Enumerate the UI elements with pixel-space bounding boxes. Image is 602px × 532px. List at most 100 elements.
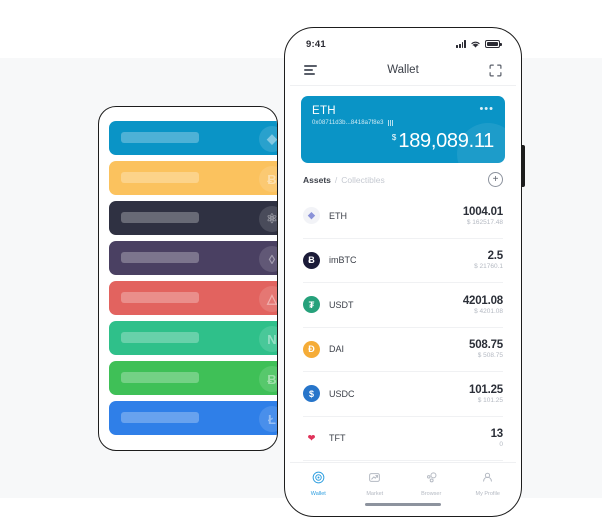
status-icons bbox=[456, 40, 502, 49]
page-title: Wallet bbox=[387, 64, 419, 76]
asset-values: 508.75 $ 508.75 bbox=[469, 339, 503, 359]
asset-fiat-value: $ 101.25 bbox=[477, 396, 503, 404]
asset-row[interactable]: $ USDC 101.25 $ 101.25 bbox=[303, 372, 503, 417]
coin-card-label-placeholder bbox=[121, 172, 199, 183]
btc-icon: Ƀ bbox=[259, 166, 277, 192]
wallet-nav-icon bbox=[312, 471, 325, 489]
balance-address-row[interactable]: 0x08711d3b...8418a7f8e3 bbox=[312, 120, 494, 126]
asset-fiat-value: $ 162517.48 bbox=[466, 218, 503, 226]
asset-amount: 1004.01 bbox=[462, 205, 503, 218]
cellular-signal-icon bbox=[456, 40, 466, 48]
coin-card-label-placeholder bbox=[121, 412, 199, 423]
imbtc-token-icon: Ƀ bbox=[303, 251, 320, 269]
bottom-nav-label: Wallet bbox=[310, 491, 326, 497]
hamburger-menu-icon[interactable] bbox=[304, 65, 317, 75]
asset-fiat-value: $ 508.75 bbox=[477, 352, 503, 360]
balance-currency-symbol: $ bbox=[391, 133, 397, 142]
bottom-nav-item-wallet[interactable]: Wallet bbox=[290, 471, 347, 497]
coin-card-label-placeholder bbox=[121, 132, 199, 143]
add-asset-button[interactable]: + bbox=[488, 172, 503, 187]
home-indicator bbox=[365, 503, 441, 506]
asset-amount: 13 bbox=[490, 428, 504, 441]
bottom-nav-item-my-profile[interactable]: My Profile bbox=[460, 471, 517, 497]
asset-symbol: ETH bbox=[329, 210, 347, 221]
asset-values: 13 0 bbox=[490, 428, 504, 449]
coin-card-label-placeholder bbox=[121, 372, 199, 383]
coin-card[interactable]: ◆ bbox=[109, 121, 277, 155]
bch-icon: Ƀ bbox=[259, 366, 277, 392]
coin-card-placeholder-panel: ◆ Ƀ ⚛ ◊ △ N Ƀ Ł bbox=[98, 106, 278, 451]
balance-amount: 189,089.11 bbox=[398, 130, 494, 152]
profile-person-nav-icon bbox=[481, 471, 494, 489]
phone-screen: 9:41 Wallet ETH ••• 0x08711d3b...8418a7f… bbox=[290, 33, 516, 511]
balance-amount-row: $ 189,089.11 bbox=[312, 130, 494, 153]
tab-separator: / bbox=[334, 174, 338, 185]
browser-nodes-nav-icon bbox=[425, 471, 438, 489]
more-options-icon[interactable]: ••• bbox=[479, 104, 494, 115]
coin-card-label-placeholder bbox=[121, 212, 199, 223]
status-time: 9:41 bbox=[306, 38, 326, 50]
asset-values: 1004.01 $ 162517.48 bbox=[463, 206, 503, 226]
eth-diamond-icon: ◆ bbox=[259, 126, 277, 152]
bottom-nav-item-browser[interactable]: Browser bbox=[403, 471, 460, 497]
nav-bar: Wallet bbox=[290, 55, 516, 86]
coin-card-label-placeholder bbox=[121, 252, 199, 263]
eth-token-icon: ◆ bbox=[303, 207, 320, 225]
eos-icon: ◊ bbox=[259, 246, 277, 272]
coin-card-label-placeholder bbox=[121, 292, 199, 303]
asset-symbol: imBTC bbox=[329, 255, 357, 266]
battery-icon bbox=[485, 40, 502, 48]
coin-card[interactable]: Ƀ bbox=[109, 161, 277, 195]
asset-values: 101.25 $ 101.25 bbox=[469, 384, 503, 404]
assets-tab-bar: Assets / Collectibles + bbox=[290, 163, 516, 194]
asset-amount: 2.5 bbox=[487, 250, 504, 263]
asset-row[interactable]: ɃimBTC 2.5 $ 21760.1 bbox=[303, 239, 503, 283]
tft-token-icon: ❤ bbox=[303, 429, 320, 447]
asset-row[interactable]: Đ DAI 508.75 $ 508.75 bbox=[303, 328, 503, 372]
usdc-token-icon: $ bbox=[303, 385, 320, 403]
asset-row[interactable]: ₮ USDT 4201.08 $ 4201.08 bbox=[303, 283, 503, 328]
asset-fiat-value: 0 bbox=[499, 441, 503, 449]
coin-card[interactable]: ⚛ bbox=[109, 201, 277, 235]
balance-token-symbol: ETH bbox=[312, 105, 336, 117]
scan-qr-icon[interactable] bbox=[489, 64, 502, 77]
neo-icon: N bbox=[259, 326, 277, 352]
balance-card[interactable]: ETH ••• 0x08711d3b...8418a7f8e3 $ 189,08… bbox=[301, 96, 505, 163]
bottom-nav-bar: Wallet Market Browser My Profile bbox=[290, 462, 516, 503]
asset-symbol: USDC bbox=[329, 388, 355, 399]
status-bar: 9:41 bbox=[290, 33, 516, 55]
asset-row[interactable]: ❤ TFT 13 0 bbox=[303, 417, 504, 461]
bottom-nav-item-market[interactable]: Market bbox=[347, 471, 404, 497]
qr-code-icon[interactable] bbox=[387, 120, 394, 126]
bottom-nav-label: My Profile bbox=[475, 491, 500, 497]
coin-card[interactable]: N bbox=[109, 321, 277, 355]
atom-icon: ⚛ bbox=[259, 206, 277, 232]
phone-device-frame: 9:41 Wallet ETH ••• 0x08711d3b...8418a7f… bbox=[284, 27, 522, 517]
bottom-nav-label: Market bbox=[366, 491, 384, 497]
bottom-nav-label: Browser bbox=[421, 491, 442, 497]
market-chart-nav-icon bbox=[368, 471, 381, 489]
wifi-icon bbox=[471, 41, 480, 48]
coin-card[interactable]: Ł bbox=[109, 401, 277, 435]
coin-card[interactable]: ◊ bbox=[109, 241, 277, 275]
asset-amount: 508.75 bbox=[469, 339, 503, 352]
asset-amount: 101.25 bbox=[469, 383, 503, 396]
asset-row[interactable]: ◆ ETH 1004.01 $ 162517.48 bbox=[303, 194, 503, 239]
ltc-icon: Ł bbox=[259, 406, 277, 432]
coin-card[interactable]: △ bbox=[109, 281, 277, 315]
asset-values: 4201.08 $ 4201.08 bbox=[463, 295, 503, 315]
tab-collectibles[interactable]: Collectibles bbox=[341, 175, 384, 185]
tab-assets[interactable]: Assets bbox=[303, 175, 331, 185]
tron-icon: △ bbox=[259, 286, 277, 312]
asset-symbol: TFT bbox=[329, 433, 346, 444]
asset-amount: 4201.08 bbox=[462, 294, 503, 307]
coin-card[interactable]: Ƀ bbox=[109, 361, 277, 395]
usdt-token-icon: ₮ bbox=[303, 296, 320, 314]
asset-fiat-value: $ 21760.1 bbox=[474, 263, 503, 271]
asset-list[interactable]: ◆ ETH 1004.01 $ 162517.48 ɃimBTC 2.5 $ 21760.1… bbox=[290, 194, 516, 462]
asset-fiat-value: $ 4201.08 bbox=[474, 307, 503, 315]
coin-card-label-placeholder bbox=[121, 332, 199, 343]
dai-token-icon: Đ bbox=[303, 340, 320, 358]
asset-values: 2.5 $ 21760.1 bbox=[474, 250, 503, 270]
wallet-address: 0x08711d3b...8418a7f8e3 bbox=[312, 120, 384, 126]
